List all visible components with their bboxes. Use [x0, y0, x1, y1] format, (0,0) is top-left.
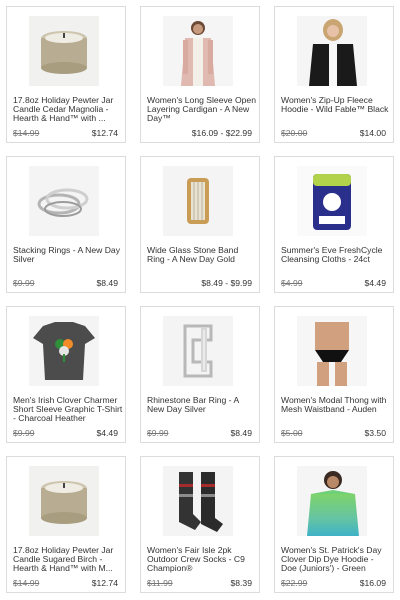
- sale-price: $4.49: [96, 428, 118, 438]
- product-title[interactable]: 17.8oz Holiday Pewter Jar Candle Sugared…: [13, 546, 123, 574]
- product-title[interactable]: Women's Modal Thong with Mesh Waistband …: [281, 396, 391, 414]
- crew-socks-icon[interactable]: [163, 466, 233, 536]
- product-card[interactable]: Stacking Rings - A New Day Silver $9.99 …: [6, 156, 126, 293]
- original-price: $5.00: [281, 428, 303, 438]
- original-price: $9.99: [147, 428, 169, 438]
- product-card[interactable]: Wide Glass Stone Band Ring - A New Day G…: [140, 156, 260, 293]
- original-price: $20.00: [281, 128, 308, 138]
- product-title[interactable]: Women's Zip-Up Fleece Hoodie - Wild Fabl…: [281, 96, 391, 114]
- product-title[interactable]: Wide Glass Stone Band Ring - A New Day G…: [147, 246, 257, 264]
- product-card[interactable]: Summer's Eve FreshCycle Cleansing Cloths…: [274, 156, 394, 293]
- original-price: $22.99: [281, 578, 308, 588]
- sale-price: $8.49: [96, 278, 118, 288]
- candle-jar-icon[interactable]: [29, 466, 99, 536]
- product-card[interactable]: 17.8oz Holiday Pewter Jar Candle Cedar M…: [6, 6, 126, 143]
- product-card[interactable]: Women's Zip-Up Fleece Hoodie - Wild Fabl…: [274, 6, 394, 143]
- sale-price: $8.49 - $9.99: [201, 278, 252, 288]
- sale-price: $16.09 - $22.99: [191, 128, 252, 138]
- original-price: $4.99: [281, 278, 303, 288]
- product-title[interactable]: Women's Fair Isle 2pk Outdoor Crew Socks…: [147, 546, 257, 574]
- rhinestone-bar-ring-icon[interactable]: [163, 316, 233, 386]
- thong-model-icon[interactable]: [297, 316, 367, 386]
- green-hoodie-model-icon[interactable]: [297, 466, 367, 536]
- original-price: $14.99: [13, 578, 40, 588]
- product-grid: 17.8oz Holiday Pewter Jar Candle Cedar M…: [0, 0, 400, 600]
- original-price: $14.99: [13, 128, 40, 138]
- product-card[interactable]: 17.8oz Holiday Pewter Jar Candle Sugared…: [6, 456, 126, 593]
- product-card[interactable]: Women's St. Patrick's Day Clover Dip Dye…: [274, 456, 394, 593]
- gold-band-ring-icon[interactable]: [163, 166, 233, 236]
- product-card[interactable]: Women's Long Sleeve Open Layering Cardig…: [140, 6, 260, 143]
- product-card[interactable]: Men's Irish Clover Charmer Short Sleeve …: [6, 306, 126, 443]
- product-title[interactable]: Rhinestone Bar Ring - A New Day Silver: [147, 396, 257, 414]
- sale-price: $8.39: [230, 578, 252, 588]
- product-title[interactable]: Women's St. Patrick's Day Clover Dip Dye…: [281, 546, 391, 574]
- product-title[interactable]: Summer's Eve FreshCycle Cleansing Cloths…: [281, 246, 391, 264]
- product-card[interactable]: Women's Modal Thong with Mesh Waistband …: [274, 306, 394, 443]
- sale-price: $3.50: [364, 428, 386, 438]
- original-price: $9.99: [13, 428, 35, 438]
- product-title[interactable]: Women's Long Sleeve Open Layering Cardig…: [147, 96, 257, 124]
- sale-price: $4.49: [364, 278, 386, 288]
- sale-price: $16.09: [359, 578, 386, 588]
- product-title[interactable]: 17.8oz Holiday Pewter Jar Candle Cedar M…: [13, 96, 123, 124]
- candle-jar-icon[interactable]: [29, 16, 99, 86]
- sale-price: $14.00: [359, 128, 386, 138]
- product-card[interactable]: Women's Fair Isle 2pk Outdoor Crew Socks…: [140, 456, 260, 593]
- original-price: $11.99: [147, 578, 173, 588]
- cleansing-cloths-pack-icon[interactable]: [297, 166, 367, 236]
- sale-price: $12.74: [91, 578, 118, 588]
- sale-price: $12.74: [91, 128, 118, 138]
- product-title[interactable]: Stacking Rings - A New Day Silver: [13, 246, 123, 264]
- clover-tshirt-icon[interactable]: [29, 316, 99, 386]
- cardigan-model-icon[interactable]: [163, 16, 233, 86]
- black-hoodie-model-icon[interactable]: [297, 16, 367, 86]
- product-title[interactable]: Men's Irish Clover Charmer Short Sleeve …: [13, 396, 123, 424]
- stacking-rings-icon[interactable]: [29, 166, 99, 236]
- original-price: $9.99: [13, 278, 35, 288]
- product-card[interactable]: Rhinestone Bar Ring - A New Day Silver $…: [140, 306, 260, 443]
- sale-price: $8.49: [230, 428, 252, 438]
